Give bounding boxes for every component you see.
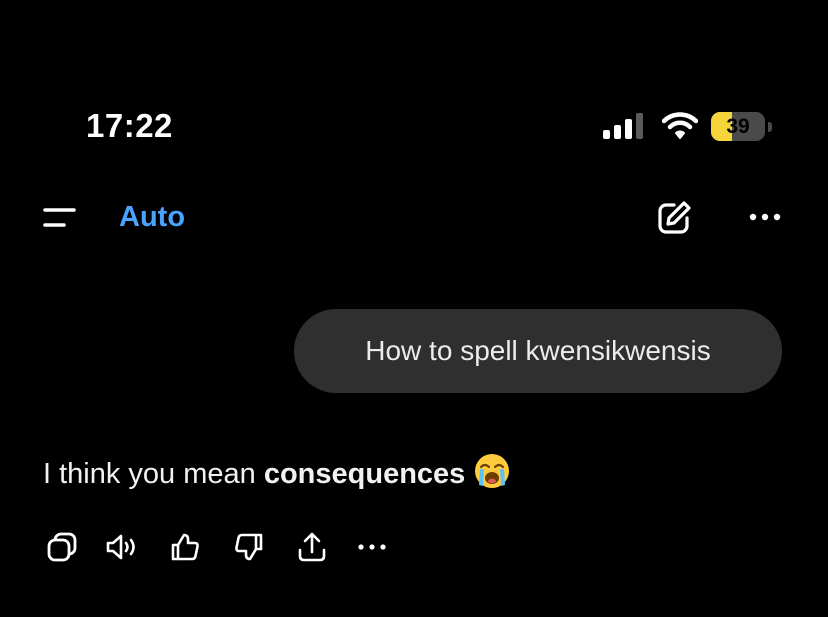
model-selector-button[interactable]: Auto	[119, 198, 185, 236]
assistant-reply: I think you mean consequences	[43, 452, 511, 494]
share-button[interactable]	[295, 530, 329, 564]
edit-icon[interactable]	[655, 199, 693, 237]
more-actions-icon	[358, 544, 386, 550]
reply-text: I think you mean	[43, 458, 264, 490]
more-options-icon[interactable]	[747, 207, 783, 227]
battery-icon: 39	[711, 112, 773, 141]
more-actions-button[interactable]	[355, 530, 389, 564]
user-message-text: How to spell kwensikwensis	[365, 335, 711, 366]
cellular-signal-icon	[603, 113, 643, 139]
read-aloud-icon	[106, 534, 135, 560]
thumbs-up-button[interactable]	[168, 530, 202, 564]
battery-body: 39	[711, 112, 765, 141]
hamburger-menu-icon[interactable]	[42, 205, 78, 231]
loudly-crying-face-emoji	[475, 454, 510, 488]
battery-level: 39	[726, 115, 750, 138]
thumbs-down-button[interactable]	[232, 530, 266, 564]
share-icon	[298, 532, 326, 562]
thumbs-down-icon	[235, 533, 263, 561]
status-time: 17:22	[86, 107, 173, 144]
wifi-icon	[662, 112, 698, 139]
copy-icon	[47, 532, 77, 562]
user-message-bubble: How to spell kwensikwensis	[294, 309, 782, 393]
thumbs-up-icon	[171, 533, 199, 561]
read-aloud-button[interactable]	[104, 530, 138, 564]
copy-button[interactable]	[45, 530, 79, 564]
reply-emphasis: consequences	[263, 458, 466, 490]
battery-nub	[768, 122, 772, 132]
